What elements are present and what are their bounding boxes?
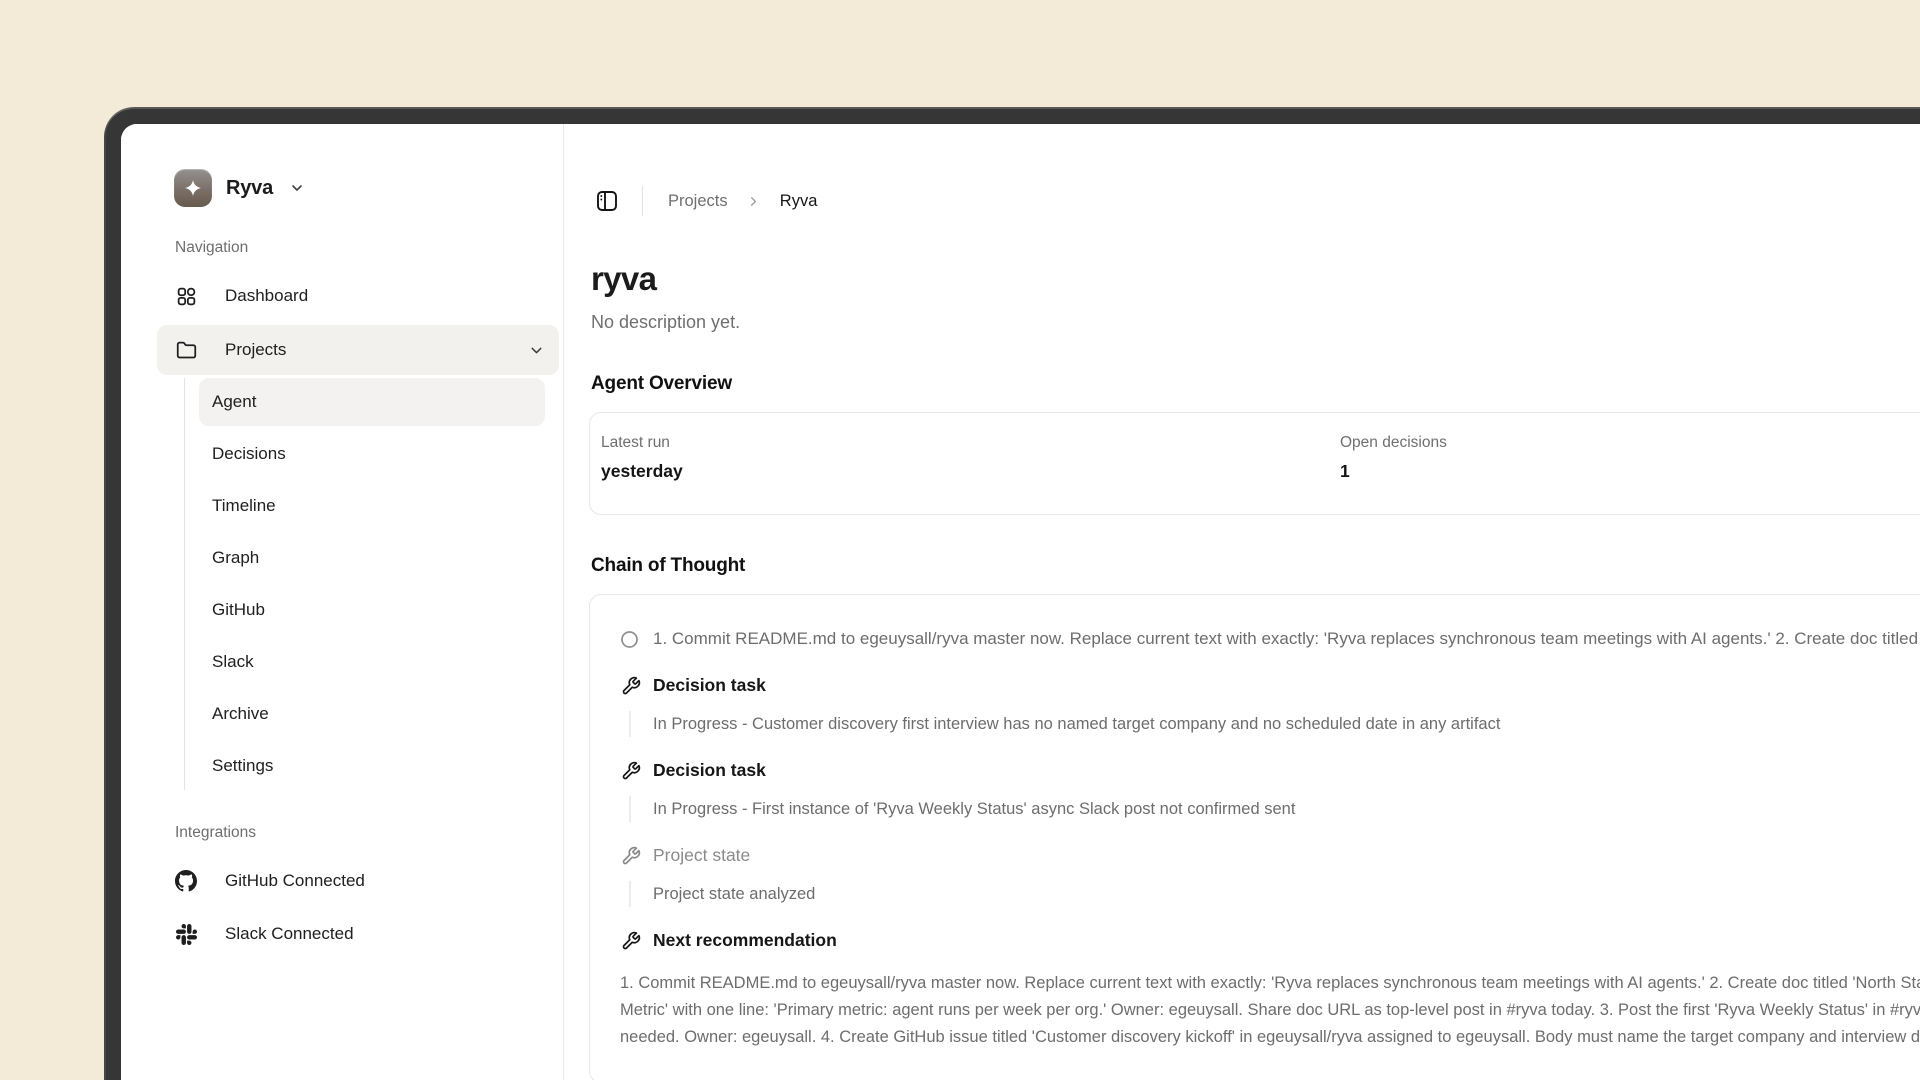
wrench-icon — [620, 930, 641, 951]
workspace-switcher[interactable]: Ryva — [157, 169, 559, 207]
sidebar-item-label: Dashboard — [225, 286, 545, 306]
subnav-item-agent[interactable]: Agent — [199, 378, 545, 426]
integration-label: GitHub Connected — [225, 871, 365, 891]
chain-entry-label: Project state — [653, 845, 750, 866]
stat-label: Latest run — [601, 434, 1340, 452]
wrench-icon — [620, 675, 641, 696]
app-window: Ryva Navigation Dashboard — [104, 107, 1920, 1080]
chain-entry-title: Project state — [620, 845, 1920, 866]
chain-entry-detail: In Progress - Customer discovery first i… — [629, 711, 1920, 737]
projects-subnav: Agent Decisions Timeline Graph GitHub Sl… — [184, 378, 559, 790]
main-content: Projects Ryva ryva No description yet. A… — [564, 124, 1920, 1080]
page-description: No description yet. — [591, 312, 1920, 333]
folder-icon — [173, 337, 199, 363]
subnav-item-settings[interactable]: Settings — [199, 742, 545, 790]
topbar-divider — [642, 186, 643, 216]
subnav-item-label: Settings — [212, 756, 273, 776]
sidebar-nav: Dashboard Projects Agent Decisions — [157, 271, 559, 790]
chevron-down-icon — [289, 180, 305, 196]
recommendation-line: needed. Owner: egeuysall. 4. Create GitH… — [620, 1024, 1920, 1051]
chain-of-thought-card: 1. Commit README.md to egeuysall/ryva ma… — [589, 594, 1920, 1080]
stat-value: 1 — [1340, 461, 1920, 482]
app-surface: Ryva Navigation Dashboard — [121, 124, 1920, 1080]
subnav-item-decisions[interactable]: Decisions — [199, 430, 545, 478]
chain-entry-label: Decision task — [653, 760, 766, 781]
agent-overview-card: Latest run yesterday Open decisions 1 — [589, 412, 1920, 515]
pending-circle-icon — [620, 630, 639, 649]
agent-overview-heading: Agent Overview — [591, 373, 1920, 395]
stat-label: Open decisions — [1340, 434, 1920, 452]
grid-icon — [173, 283, 199, 309]
sidebar-item-projects[interactable]: Projects — [157, 325, 559, 375]
sidebar-section-navigation: Navigation — [175, 239, 559, 257]
chain-entry-label: Decision task — [653, 675, 766, 696]
sidebar-item-dashboard[interactable]: Dashboard — [157, 271, 559, 321]
subnav-item-label: GitHub — [212, 600, 265, 620]
subnav-item-graph[interactable]: Graph — [199, 534, 545, 582]
breadcrumb-current: Ryva — [780, 192, 818, 210]
subnav-item-label: Agent — [212, 392, 256, 412]
chain-entry-title: Decision task — [620, 760, 1920, 781]
workspace-name: Ryva — [226, 177, 273, 200]
chain-entry-label: Next recommendation — [653, 930, 837, 951]
ryva-logo-icon — [174, 169, 212, 207]
chain-entry-detail: Project state analyzed — [629, 881, 1920, 907]
sidebar-toggle-icon[interactable] — [594, 188, 620, 214]
slack-icon — [173, 921, 199, 947]
breadcrumb: Projects Ryva — [668, 192, 817, 211]
subnav-item-label: Archive — [212, 704, 269, 724]
subnav-item-archive[interactable]: Archive — [199, 690, 545, 738]
sparkle-star-icon — [181, 176, 205, 200]
subnav-item-label: Decisions — [212, 444, 286, 464]
breadcrumb-projects[interactable]: Projects — [668, 192, 728, 210]
stat-latest-run: Latest run yesterday — [601, 434, 1340, 514]
chain-entry-title: Next recommendation — [620, 930, 1920, 951]
subnav-item-github[interactable]: GitHub — [199, 586, 545, 634]
sidebar: Ryva Navigation Dashboard — [121, 124, 564, 1080]
integration-slack[interactable]: Slack Connected — [157, 909, 559, 959]
wrench-icon — [620, 760, 641, 781]
recommendation-line: 1. Commit README.md to egeuysall/ryva ma… — [620, 970, 1920, 997]
stat-open-decisions: Open decisions 1 — [1340, 434, 1920, 514]
chain-entry-detail: In Progress - First instance of 'Ryva We… — [629, 796, 1920, 822]
chevron-right-icon — [746, 194, 761, 209]
stat-value: yesterday — [601, 461, 1340, 482]
chain-step-text: 1. Commit README.md to egeuysall/ryva ma… — [653, 629, 1920, 649]
chain-step-row: 1. Commit README.md to egeuysall/ryva ma… — [620, 629, 1920, 649]
integration-label: Slack Connected — [225, 924, 354, 944]
recommendation-paragraph: 1. Commit README.md to egeuysall/ryva ma… — [620, 970, 1920, 1051]
chain-of-thought-heading: Chain of Thought — [591, 555, 1920, 577]
integration-github[interactable]: GitHub Connected — [157, 856, 559, 906]
chevron-down-icon[interactable] — [528, 342, 545, 359]
subnav-item-slack[interactable]: Slack — [199, 638, 545, 686]
github-icon — [173, 868, 199, 894]
sidebar-item-label: Projects — [225, 340, 502, 360]
topbar: Projects Ryva — [594, 186, 1920, 216]
subnav-item-label: Timeline — [212, 496, 276, 516]
subnav-item-label: Slack — [212, 652, 254, 672]
chain-entry-title: Decision task — [620, 675, 1920, 696]
sidebar-section-integrations: Integrations — [175, 824, 559, 842]
subnav-item-timeline[interactable]: Timeline — [199, 482, 545, 530]
subnav-item-label: Graph — [212, 548, 259, 568]
page-title: ryva — [591, 260, 1920, 298]
recommendation-line: Metric' with one line: 'Primary metric: … — [620, 997, 1920, 1024]
wrench-icon — [620, 845, 641, 866]
